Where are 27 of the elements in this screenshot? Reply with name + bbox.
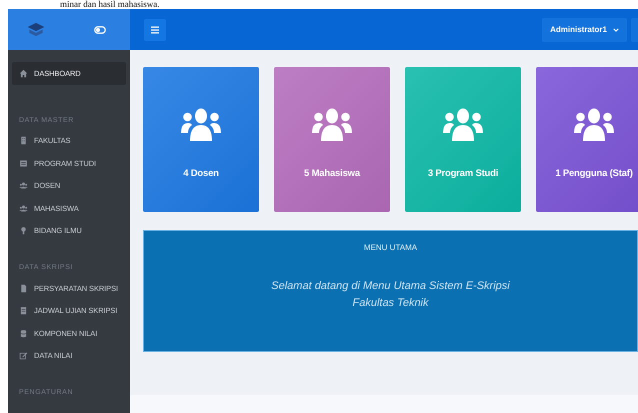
users-icon [181, 107, 221, 141]
welcome-message: Selamat datang di Menu Utama Sistem E-Skripsi Fakultas Teknik [271, 279, 510, 311]
card-label: 4 Dosen [183, 168, 219, 179]
caret-icon [613, 28, 619, 32]
building-icon [19, 136, 28, 146]
home-icon [19, 68, 28, 78]
user-menu-button[interactable]: Administrator1 [542, 18, 627, 42]
menu-icon [151, 26, 159, 34]
document-text: minar dan hasil mahasiswa. [59, 0, 160, 9]
users-icon [19, 204, 28, 213]
users-icon [574, 107, 614, 141]
logo-icon [26, 21, 46, 38]
users-icon [443, 107, 483, 141]
toggle-icon[interactable] [94, 26, 106, 34]
lightbulb-icon [19, 226, 28, 236]
card-label: 3 Program Studi [428, 168, 498, 179]
users-icon [312, 107, 352, 141]
document-icon [19, 284, 28, 293]
card-label: 5 Mahasiswa [304, 168, 360, 179]
calendar-icon [19, 306, 28, 316]
database-icon [19, 328, 28, 338]
users-icon [19, 181, 28, 190]
card-label: 1 Pengguna (Staf) [555, 168, 633, 179]
panel-title: MENU UTAMA [364, 243, 418, 252]
list-icon [19, 158, 28, 168]
menu-button[interactable] [144, 18, 166, 40]
edit-icon [19, 351, 28, 360]
